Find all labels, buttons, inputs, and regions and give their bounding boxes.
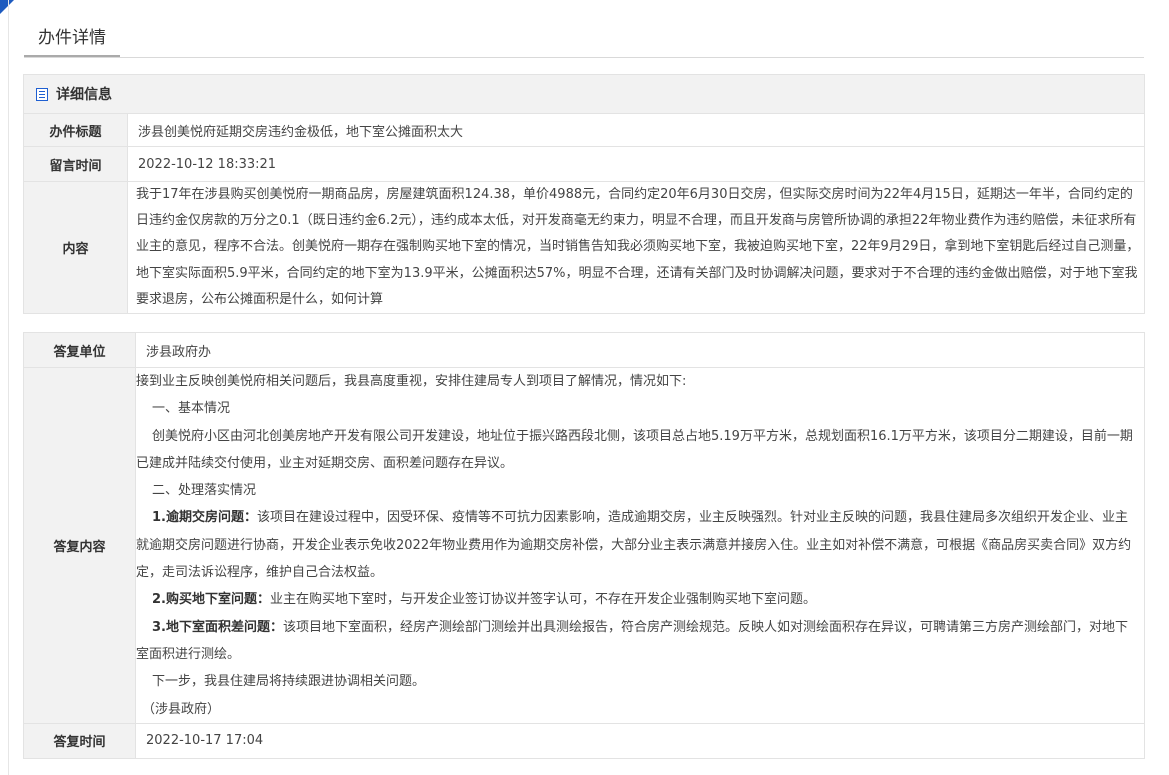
content-row: 内容 我于17年在涉县购买创美悦府一期商品房，房屋建筑面积124.38，单价49… (23, 180, 1145, 315)
reply-content-label: 答复内容 (23, 367, 136, 724)
section-title: 详细信息 (56, 87, 112, 103)
reply-heading-handling: 二、处理落实情况 (152, 483, 257, 499)
reply-next-step: 下一步，我县住建局将持续跟进协调相关问题。 (152, 674, 426, 690)
reply-unit-label: 答复单位 (23, 332, 136, 368)
list-icon (36, 87, 48, 101)
item-3-title: 3.地下室面积差问题： (152, 619, 283, 635)
reply-time-value: 2022-10-17 17:04 (135, 722, 1145, 759)
reply-content-row: 答复内容 接到业主反映创美悦府相关问题后，我县高度重视，安排住建局专人到项目了解… (23, 367, 1145, 724)
detail-section-header: 详细信息 (23, 74, 1145, 114)
content-value: 我于17年在涉县购买创美悦府一期商品房，房屋建筑面积124.38，单价4988元… (136, 187, 1140, 307)
message-time-row: 留言时间 2022-10-12 18:33:21 (23, 146, 1145, 182)
message-time-value: 2022-10-12 18:33:21 (127, 146, 1145, 182)
page-title: 办件详情 (24, 20, 120, 57)
content-label: 内容 (23, 180, 128, 315)
reply-heading-basic: 一、基本情况 (152, 401, 231, 417)
reply-table: 答复单位 涉县政府办 答复内容 接到业主反映创美悦府相关问题后，我县高度重视，安… (23, 332, 1145, 759)
content-cell: 我于17年在涉县购买创美悦府一期商品房，房屋建筑面积124.38，单价4988元… (127, 180, 1145, 315)
reply-item-3: 3.地下室面积差问题：该项目地下室面积，经房产测绘部门测绘并出具测绘报告，符合房… (136, 614, 1140, 669)
page-header: 办件详情 (24, 20, 1144, 58)
reply-content-cell: 接到业主反映创美悦府相关问题后，我县高度重视，安排住建局专人到项目了解情况，情况… (135, 367, 1145, 724)
subject-row: 办件标题 涉县创美悦府延期交房违约金极低，地下室公摊面积太大 (23, 113, 1145, 147)
item-2-title: 2.购买地下室问题： (152, 592, 270, 608)
reply-time-label: 答复时间 (23, 722, 136, 759)
reply-unit-value: 涉县政府办 (135, 332, 1145, 368)
subject-label: 办件标题 (23, 113, 128, 147)
item-1-title: 1.逾期交房问题： (152, 510, 257, 526)
reply-item-1: 1.逾期交房问题：该项目在建设过程中，因受环保、疫情等不可抗力因素影响，造成逾期… (136, 504, 1140, 586)
reply-intro: 接到业主反映创美悦府相关问题后，我县高度重视，安排住建局专人到项目了解情况，情况… (136, 374, 687, 389)
reply-time-row: 答复时间 2022-10-17 17:04 (23, 722, 1145, 759)
item-3-text: 该项目地下室面积，经房产测绘部门测绘并出具测绘报告，符合房产测绘规范。反映人如对… (136, 619, 1128, 662)
corner-accent (0, 0, 14, 14)
reply-signature: （涉县政府） (142, 701, 221, 717)
reply-unit-row: 答复单位 涉县政府办 (23, 332, 1145, 368)
frame-border (8, 0, 9, 775)
item-1-text: 该项目在建设过程中，因受环保、疫情等不可抗力因素影响，造成逾期交房，业主反映强烈… (136, 510, 1132, 581)
detail-table: 详细信息 办件标题 涉县创美悦府延期交房违约金极低，地下室公摊面积太大 留言时间… (23, 74, 1145, 315)
reply-item-2: 2.购买地下室问题：业主在购买地下室时，与开发企业签订协议并签字认可，不存在开发… (136, 586, 1140, 613)
reply-basic-info: 创美悦府小区由河北创美房地产开发有限公司开发建设，地址位于振兴路西段北侧，该项目… (136, 428, 1133, 471)
message-time-label: 留言时间 (23, 146, 128, 182)
subject-value: 涉县创美悦府延期交房违约金极低，地下室公摊面积太大 (127, 113, 1145, 147)
item-2-text: 业主在购买地下室时，与开发企业签订协议并签字认可，不存在开发企业强制购买地下室问… (269, 592, 816, 608)
